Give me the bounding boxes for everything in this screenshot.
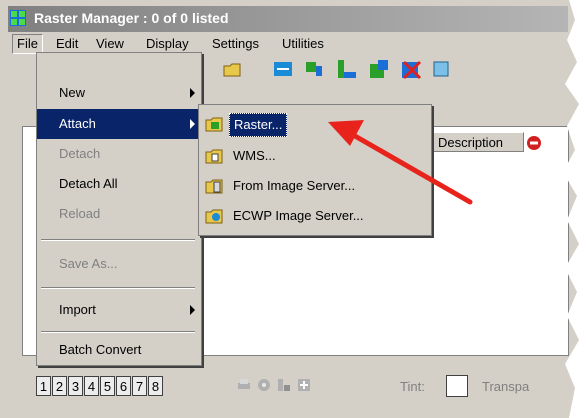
menu-separator — [41, 331, 195, 333]
transparency-label: Transpa — [482, 379, 530, 394]
view-button-8[interactable]: 8 — [148, 376, 163, 396]
menu-utilities[interactable]: Utilities — [282, 36, 324, 51]
app-raster-icon — [10, 10, 26, 26]
submenu-arrow-icon — [190, 305, 195, 315]
submenu-arrow-icon — [190, 119, 195, 129]
raster-level-icon[interactable] — [336, 58, 358, 80]
file-menu-save-as[interactable]: Save As... — [37, 249, 201, 279]
menu-edit[interactable]: Edit — [56, 36, 78, 51]
menu-settings[interactable]: Settings — [212, 36, 259, 51]
annotation-arrow — [328, 120, 473, 205]
file-menu: New Attach Detach Detach All Reload Save… — [36, 52, 202, 366]
view-button-4[interactable]: 4 — [84, 376, 99, 396]
submenu-arrow-icon — [190, 88, 195, 98]
gear-icon[interactable] — [256, 377, 272, 393]
menu-view[interactable]: View — [96, 36, 124, 51]
menu-separator — [41, 287, 195, 289]
file-menu-detach-all[interactable]: Detach All — [37, 169, 201, 199]
tint-color-box[interactable] — [446, 375, 468, 397]
ecwp-icon — [205, 209, 223, 224]
file-menu-new[interactable]: New — [37, 78, 201, 108]
menu-display[interactable]: Display — [146, 36, 189, 51]
file-menu-save-as-label: Save As... — [59, 256, 118, 271]
attach-raster-label: Raster... — [229, 113, 288, 137]
file-menu-detach[interactable]: Detach — [37, 139, 201, 169]
file-menu-import-label: Import — [59, 302, 96, 317]
select-raster-icon[interactable] — [304, 58, 326, 80]
file-menu-attach[interactable]: Attach — [37, 109, 201, 139]
raster-transform-icon[interactable] — [368, 58, 390, 80]
file-menu-attach-label: Attach — [59, 116, 96, 131]
tint-label: Tint: — [400, 379, 425, 394]
menu-separator — [41, 239, 195, 241]
torn-edge — [563, 0, 587, 418]
view-button-1[interactable]: 1 — [36, 376, 51, 396]
view-button-7[interactable]: 7 — [132, 376, 147, 396]
delete-raster-icon[interactable] — [400, 58, 422, 80]
image-server-icon — [205, 179, 223, 194]
file-menu-reload[interactable]: Reload — [37, 199, 201, 229]
move-icon[interactable] — [296, 377, 312, 393]
raster-manager-window: Raster Manager : 0 of 0 listed File Edit… — [0, 0, 587, 418]
view-button-2[interactable]: 2 — [52, 376, 67, 396]
wms-icon — [205, 149, 223, 164]
file-menu-import[interactable]: Import — [37, 295, 201, 325]
file-menu-detach-all-label: Detach All — [59, 176, 118, 191]
view-button-6[interactable]: 6 — [116, 376, 131, 396]
raster-misc-icon[interactable] — [430, 58, 452, 80]
raster-arrows-icon[interactable] — [272, 58, 294, 80]
view-button-5[interactable]: 5 — [100, 376, 115, 396]
view-button-3[interactable]: 3 — [68, 376, 83, 396]
window-title: Raster Manager : 0 of 0 listed — [34, 10, 229, 26]
file-menu-detach-label: Detach — [59, 146, 101, 161]
file-menu-batch-convert-label: Batch Convert — [59, 342, 142, 357]
no-icon[interactable] — [526, 135, 542, 151]
attach-wms-label: WMS... — [233, 148, 276, 163]
menu-file[interactable]: File — [12, 34, 43, 54]
file-menu-reload-label: Reload — [59, 206, 101, 221]
file-menu-new-label: New — [59, 85, 86, 100]
levels-icon[interactable] — [276, 377, 292, 393]
attach-raster-icon — [205, 117, 223, 132]
print-icon[interactable] — [236, 377, 252, 393]
file-menu-batch-convert[interactable]: Batch Convert — [37, 335, 201, 365]
open-folder-icon[interactable] — [222, 58, 244, 80]
